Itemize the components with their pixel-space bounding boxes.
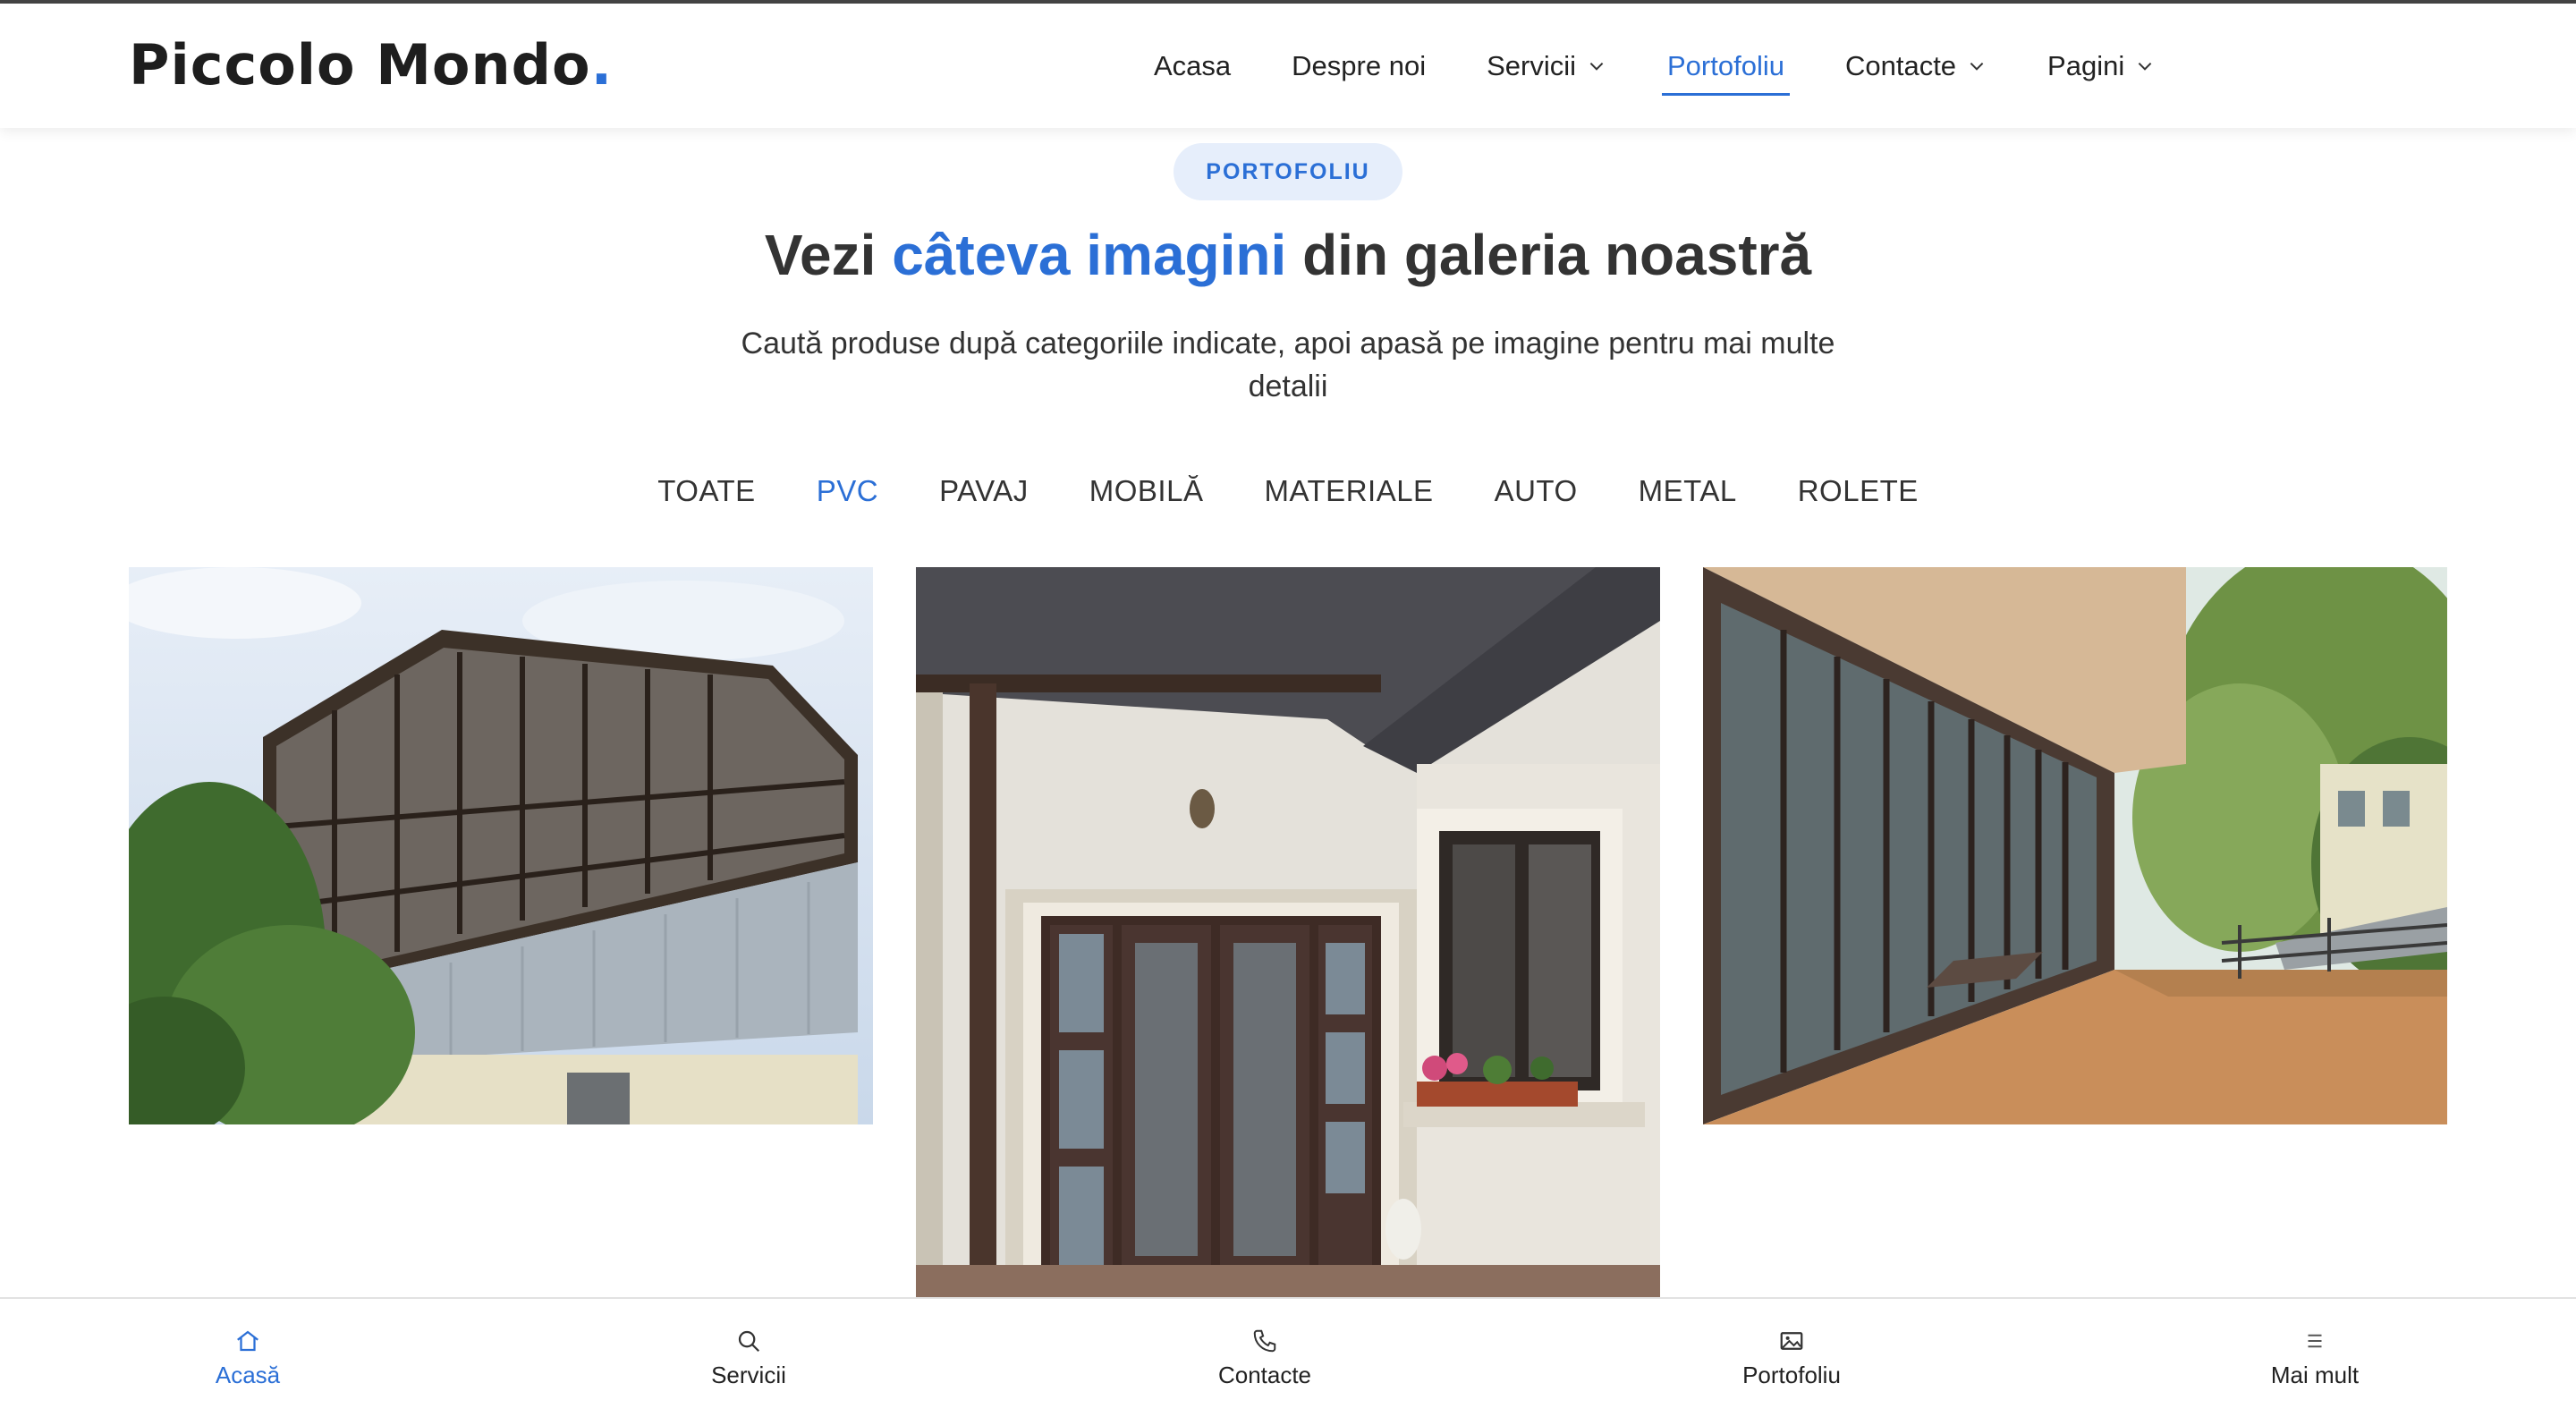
image-icon [1780, 1331, 1803, 1350]
section-badge: PORTOFOLIU [1174, 143, 1402, 200]
section-subtitle: Caută produse după categoriile indicate,… [741, 327, 1835, 403]
filter-toate[interactable]: TOATE [657, 474, 755, 508]
search-icon [738, 1330, 760, 1352]
nav-item-despre-noi[interactable]: Despre noi [1292, 4, 1426, 128]
chevron-down-icon [1970, 62, 1984, 71]
section-title: Vezi câteva imagini din galeria noastră [764, 223, 1812, 287]
filter-rolete[interactable]: ROLETE [1798, 474, 1919, 508]
filter-pvc[interactable]: PVC [817, 474, 878, 508]
gallery-image-entrance-door[interactable] [916, 567, 1660, 1297]
filter-bar: TOATE PVC PAVAJ MOBILĂ MATERIALE AUTO ME… [0, 474, 2576, 508]
filter-metal[interactable]: METAL [1639, 474, 1737, 508]
nav-item-pagini[interactable]: Pagini [2047, 4, 2155, 128]
gallery-image-glass-terrace[interactable] [1703, 567, 2447, 1124]
filter-auto[interactable]: AUTO [1495, 474, 1578, 508]
main-nav: Acasa Despre noi Servicii Portofoliu Con… [1154, 4, 2216, 128]
home-icon [237, 1330, 258, 1351]
bottom-tab-contacte[interactable]: Contacte [1131, 1299, 1399, 1417]
chevron-down-icon [2138, 62, 2152, 71]
phone-icon [1253, 1329, 1276, 1352]
site-header: Piccolo Mondo. Acasa Despre noi Servicii… [0, 4, 2576, 128]
nav-item-contacte[interactable]: Contacte [1845, 4, 1987, 128]
bottom-tab-mai-mult[interactable]: Mai mult [2181, 1299, 2449, 1417]
bottom-tab-acasa[interactable]: Acasă [114, 1299, 382, 1417]
chevron-down-icon [1589, 62, 1604, 71]
bottom-nav: Acasă Servicii Contacte Portofoliu Mai m… [0, 1297, 2576, 1417]
bottom-tab-portofoliu[interactable]: Portofoliu [1657, 1299, 1926, 1417]
nav-item-servicii[interactable]: Servicii [1487, 4, 1606, 128]
filter-mobila[interactable]: MOBILĂ [1089, 474, 1204, 508]
filter-pavaj[interactable]: PAVAJ [939, 474, 1029, 508]
menu-icon [2308, 1334, 2322, 1347]
brand-logo[interactable]: Piccolo Mondo. [129, 32, 613, 98]
nav-item-acasa[interactable]: Acasa [1154, 4, 1231, 128]
bottom-tab-servicii[interactable]: Servicii [614, 1299, 883, 1417]
filter-materiale[interactable]: MATERIALE [1264, 474, 1433, 508]
nav-item-portofoliu[interactable]: Portofoliu [1662, 4, 1790, 128]
gallery-image-glass-house[interactable] [129, 567, 873, 1124]
